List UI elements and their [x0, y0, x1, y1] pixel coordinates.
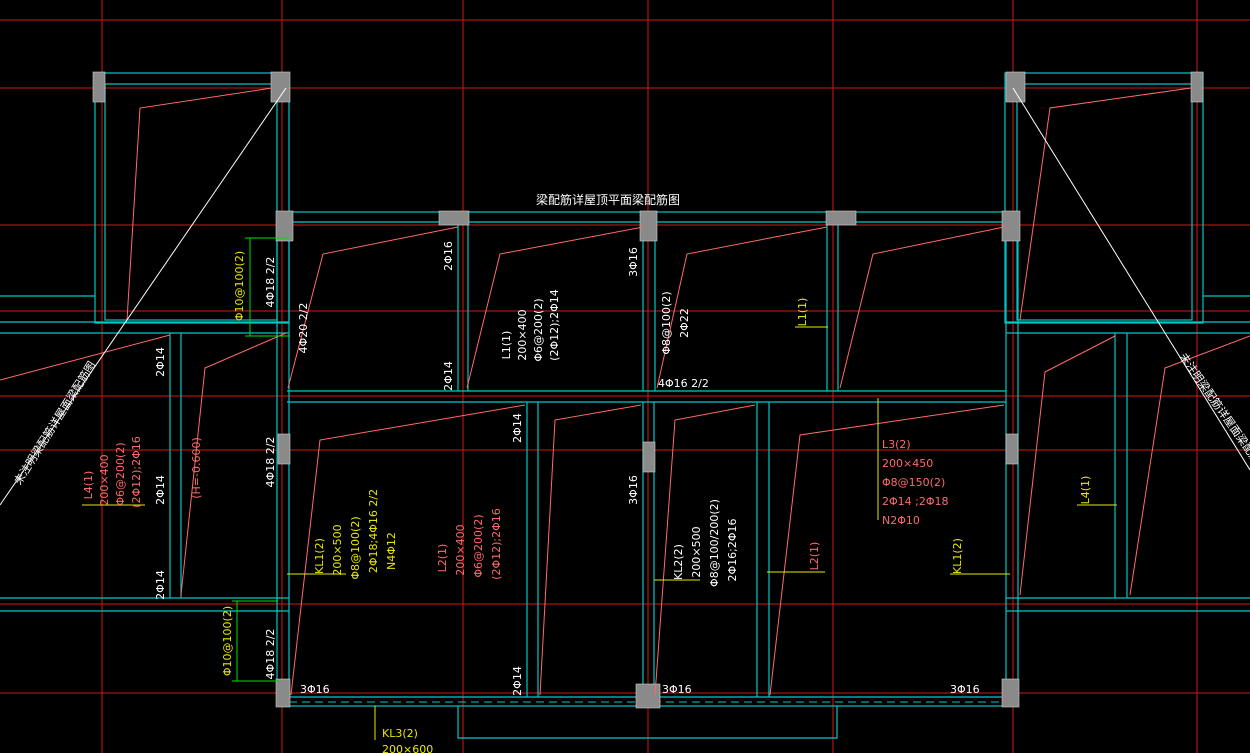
label-a2: 3Φ16: [627, 247, 640, 277]
beam-L2-line-2: 200×400: [454, 524, 467, 575]
label-a10: 3Φ16: [662, 683, 692, 696]
label-a22: L4(1): [1079, 476, 1092, 505]
beam-L3-line-4: 2Φ14 ;2Φ18: [882, 495, 949, 508]
beam-KL1-line-5: N4Φ12: [385, 532, 398, 570]
cad-drawing-canvas[interactable]: 梁配筋详屋顶平面梁配筋图 未注明梁配筋详屋面梁配筋图 未注明梁配筋详屋面梁配筋图…: [0, 0, 1250, 753]
label-a16: 4Φ18 2/2: [264, 629, 277, 680]
beam-KL1b-line-1: KL1(2): [951, 538, 964, 574]
label-a8: 2Φ14: [511, 666, 524, 696]
beam-L3-line-1: L3(2): [882, 438, 911, 451]
beam-L2-line-1: L2(1): [436, 544, 449, 573]
beam-L1-line-1: L1(1): [500, 331, 513, 360]
label-a6: 2Φ14: [511, 413, 524, 443]
beam-L1b-line-2: 2Φ22: [678, 308, 691, 338]
beam-L3-line-5: N2Φ10: [882, 514, 920, 527]
beam-KL1-line-3: Φ8@100(2): [349, 516, 362, 579]
label-a17: Φ10@100(2): [233, 251, 246, 321]
label-a13: 4Φ18 2/2: [264, 257, 277, 308]
label-a20: 2Φ14: [154, 475, 167, 505]
label-a7: 3Φ16: [627, 475, 640, 505]
beam-L2b-annotation: L2(1): [808, 542, 821, 571]
label-a14: 4Φ20 2/2: [297, 303, 310, 354]
beam-KL1-line-1: KL1(2): [313, 538, 326, 574]
beam-L3-line-3: Φ8@150(2): [882, 476, 945, 489]
beam-KL2-line-1: KL2(2): [672, 544, 685, 580]
beam-KL2-line-4: 2Φ16;2Φ16: [726, 518, 739, 581]
beam-L4-line-2: 200×400: [98, 454, 111, 505]
beam-KL2-line-3: Φ8@100/200(2): [708, 499, 721, 587]
beam-L2b-line-1: L2(1): [808, 542, 821, 571]
beam-L2-line-4: (2Φ12);2Φ16: [490, 508, 503, 580]
label-a19: (H=-0.600): [190, 437, 203, 499]
beam-KL2-line-2: 200×500: [690, 526, 703, 577]
beam-L1-line-2: 200×400: [516, 309, 529, 360]
label-a11: 3Φ16: [950, 683, 980, 696]
label-a15: 4Φ18 2/2: [264, 437, 277, 488]
drawing-title: 梁配筋详屋顶平面梁配筋图: [536, 192, 680, 207]
beam-KL1b-annotation: KL1(2): [951, 538, 964, 574]
label-a3: 2Φ14: [442, 361, 455, 391]
beam-L4-line-4: (2Φ12);2Φ16: [130, 436, 143, 508]
label-a5: 2Φ14: [154, 347, 167, 377]
label-a18: Φ10@100(2): [221, 606, 234, 676]
beam-KL3-line-2: 200×600: [382, 743, 433, 753]
label-a1: 2Φ16: [442, 241, 455, 271]
label-a12: 2Φ14: [154, 570, 167, 600]
beam-L3-line-2: 200×450: [882, 457, 933, 470]
drawing-background: [0, 0, 1250, 753]
beam-L1b-line-1: Φ8@100(2): [660, 291, 673, 354]
beam-L2-line-3: Φ6@200(2): [472, 514, 485, 577]
beam-L4-line-3: Φ6@200(2): [114, 442, 127, 505]
beam-L4-line-1: L4(1): [82, 471, 95, 500]
beam-L1-line-4: (2Φ12);2Φ14: [548, 289, 561, 361]
beam-L1-line-3: Φ6@200(2): [532, 298, 545, 361]
label-a4: 4Φ16 2/2: [658, 377, 709, 390]
label-a9: 3Φ16: [300, 683, 330, 696]
beam-KL1-line-2: 200×500: [331, 524, 344, 575]
label-a21: L1(1): [796, 298, 809, 327]
beam-KL3-line-1: KL3(2): [382, 727, 418, 740]
beam-KL1-line-4: 2Φ18;4Φ16 2/2: [367, 489, 380, 573]
